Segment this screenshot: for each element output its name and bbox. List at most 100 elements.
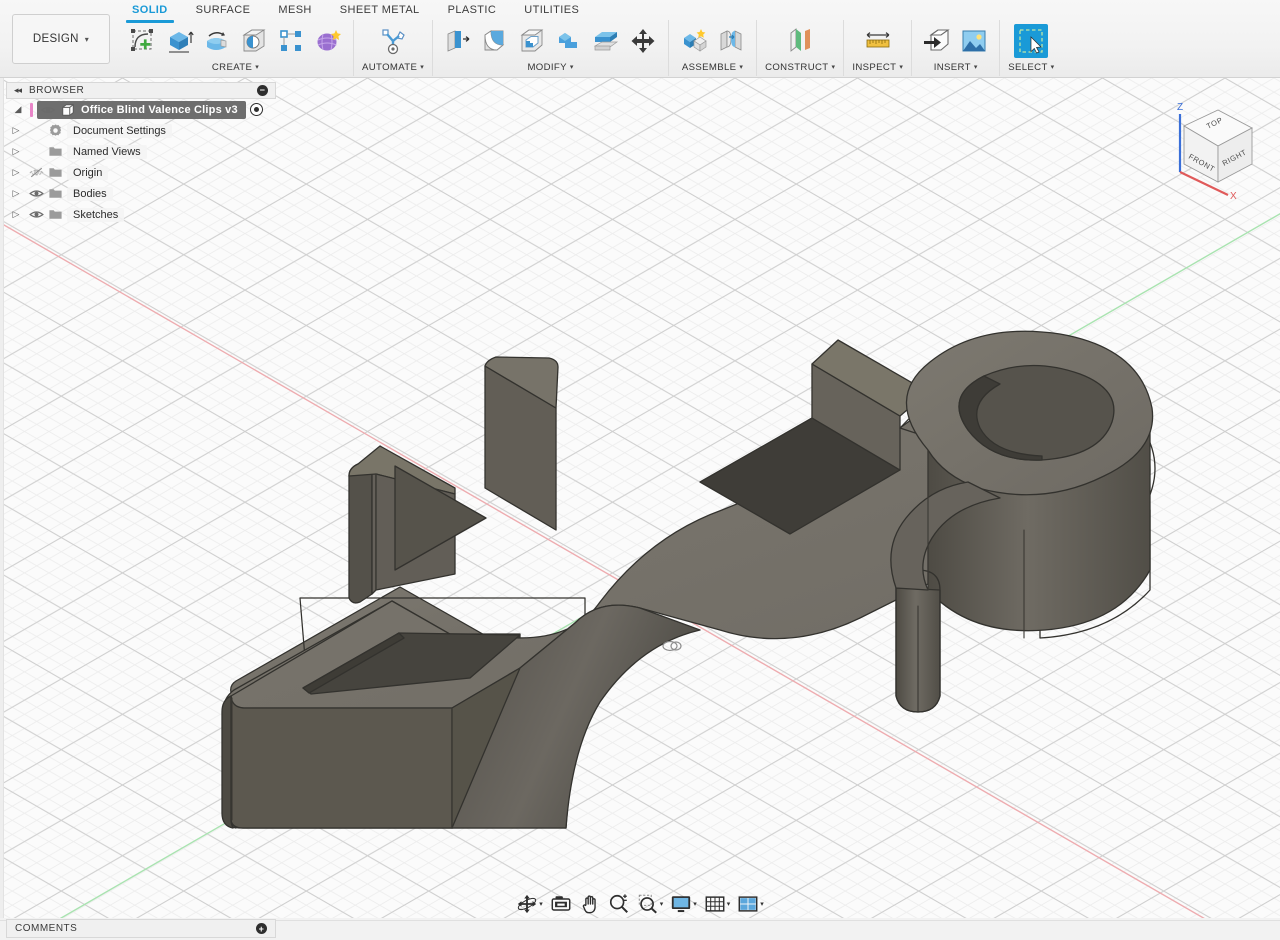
- chevron-down-icon[interactable]: ▾: [693, 900, 697, 908]
- chevron-down-icon[interactable]: ▾: [727, 900, 731, 908]
- assemble-group-label[interactable]: ASSEMBLE ▾: [682, 60, 743, 74]
- eye-visible-icon[interactable]: [41, 103, 55, 117]
- expand-twisty-icon[interactable]: ▷: [8, 188, 24, 199]
- modify-group-label[interactable]: MODIFY ▾: [527, 60, 573, 74]
- shell-icon[interactable]: [515, 24, 549, 58]
- ribbon-group-construct: CONSTRUCT ▾: [756, 20, 843, 76]
- browser-node-bodies[interactable]: ▷ Bodies: [6, 183, 276, 204]
- viewports-icon[interactable]: [737, 893, 759, 915]
- new-component-icon[interactable]: [677, 24, 711, 58]
- expand-twisty-icon[interactable]: ▷: [8, 125, 24, 136]
- orbit-tool[interactable]: ▾: [513, 891, 546, 917]
- insert-derive-icon[interactable]: [920, 24, 954, 58]
- eye-visible-icon[interactable]: [28, 207, 44, 222]
- chevron-down-icon: ▾: [255, 63, 259, 71]
- select-group-label[interactable]: SELECT ▾: [1008, 60, 1054, 74]
- create-form-icon[interactable]: [311, 24, 345, 58]
- browser-node-origin[interactable]: ▷ Origin: [6, 162, 276, 183]
- left-gutter: [0, 78, 4, 918]
- move-copy-icon[interactable]: [626, 24, 660, 58]
- fit-tool[interactable]: ▾: [634, 891, 667, 917]
- ribbon-group-automate: AUTOMATE ▾: [353, 20, 432, 76]
- ribbon-group-insert: INSERT ▾: [911, 20, 999, 76]
- browser-node-sketches[interactable]: ▷ Sketches: [6, 204, 276, 225]
- pan-hand-icon[interactable]: [579, 893, 601, 915]
- ribbon-group-modify: MODIFY ▾: [432, 20, 668, 76]
- measure-icon[interactable]: [861, 24, 895, 58]
- folder-icon: [48, 165, 63, 180]
- gear-icon: [48, 123, 63, 138]
- chevron-down-icon[interactable]: ▾: [760, 900, 764, 908]
- workspace-switcher[interactable]: DESIGN ▾: [12, 14, 110, 64]
- combine-icon[interactable]: [552, 24, 586, 58]
- root-node-pill[interactable]: Office Blind Valence Clips v3: [37, 101, 246, 119]
- expand-twisty-icon[interactable]: ▷: [8, 209, 24, 220]
- expand-twisty-icon[interactable]: ▷: [8, 146, 24, 157]
- insert-group-label[interactable]: INSERT ▾: [934, 60, 978, 74]
- tab-utilities[interactable]: UTILITIES: [510, 1, 593, 21]
- browser-title: BROWSER: [29, 85, 84, 96]
- ribbon-group-inspect: INSPECT ▾: [843, 20, 911, 76]
- offset-plane-icon[interactable]: [783, 24, 817, 58]
- joint-icon[interactable]: [714, 24, 748, 58]
- fusion-360-window: Z X TOP FRONT RIGHT DESIGN ▾ SOLID SURFA…: [0, 0, 1280, 940]
- activate-component-radio[interactable]: [250, 103, 263, 116]
- expand-twisty-icon[interactable]: ◢: [10, 104, 26, 115]
- revolve-icon[interactable]: [200, 24, 234, 58]
- tab-sheet-metal[interactable]: SHEET METAL: [326, 1, 434, 21]
- grid-snaps[interactable]: ▾: [701, 891, 734, 917]
- construct-group-label[interactable]: CONSTRUCT ▾: [765, 60, 835, 74]
- viewport-layout[interactable]: ▾: [734, 891, 767, 917]
- inspect-group-label[interactable]: INSPECT ▾: [852, 60, 903, 74]
- browser-root-node[interactable]: ◢ Office Blind Valence Clips v3: [6, 99, 276, 120]
- browser-header[interactable]: ◂◂ BROWSER −: [6, 82, 276, 99]
- tab-surface[interactable]: SURFACE: [182, 1, 265, 21]
- browser-node-label: Sketches: [67, 208, 124, 222]
- tab-solid[interactable]: SOLID: [118, 1, 182, 21]
- orbit-icon[interactable]: [516, 893, 538, 915]
- zoom-fit-icon[interactable]: [637, 893, 659, 915]
- zoom-icon[interactable]: [608, 893, 630, 915]
- minimize-icon[interactable]: −: [257, 85, 268, 96]
- hole-icon[interactable]: [237, 24, 271, 58]
- extrude-icon[interactable]: [163, 24, 197, 58]
- pan-tool[interactable]: [576, 891, 604, 917]
- look-at-icon[interactable]: [550, 893, 572, 915]
- view-cube[interactable]: Z X TOP FRONT RIGHT: [1156, 96, 1262, 202]
- create-group-label[interactable]: CREATE ▾: [212, 60, 259, 74]
- zoom-tool[interactable]: [605, 891, 633, 917]
- display-monitor-icon[interactable]: [670, 893, 692, 915]
- automate-icon[interactable]: [376, 24, 410, 58]
- eye-hidden-icon[interactable]: [28, 165, 44, 180]
- tab-plastic[interactable]: PLASTIC: [434, 1, 511, 21]
- viewcube-x-label: X: [1230, 191, 1237, 202]
- eye-visible-icon[interactable]: [28, 186, 44, 201]
- comments-panel[interactable]: COMMENTS +: [6, 919, 276, 938]
- press-pull-icon[interactable]: [441, 24, 475, 58]
- ribbon-group-create: CREATE ▾: [118, 20, 353, 76]
- tab-mesh[interactable]: MESH: [264, 1, 325, 21]
- look-at-tool[interactable]: [547, 891, 575, 917]
- add-comment-icon[interactable]: +: [256, 923, 267, 934]
- folder-icon: [48, 186, 63, 201]
- insert-mcmaster-icon[interactable]: [957, 24, 991, 58]
- chevron-down-icon: ▾: [739, 63, 743, 71]
- automate-group-label[interactable]: AUTOMATE ▾: [362, 60, 424, 74]
- ribbon-tabs: SOLID SURFACE MESH SHEET METAL PLASTIC U…: [118, 0, 593, 22]
- expand-twisty-icon[interactable]: ▷: [8, 167, 24, 178]
- fillet-icon[interactable]: [478, 24, 512, 58]
- chevron-down-icon[interactable]: ▾: [539, 900, 543, 908]
- grid-icon[interactable]: [704, 893, 726, 915]
- browser-node-document-settings[interactable]: ▷ Document Settings: [6, 120, 276, 141]
- browser-node-label: Origin: [67, 166, 108, 180]
- collapse-panel-icon[interactable]: ◂◂: [14, 85, 21, 96]
- tab-mesh-label: MESH: [278, 4, 311, 16]
- offset-face-icon[interactable]: [589, 24, 623, 58]
- display-settings[interactable]: ▾: [667, 891, 700, 917]
- rectangular-pattern-icon[interactable]: [274, 24, 308, 58]
- tab-utilities-label: UTILITIES: [524, 4, 579, 16]
- create-sketch-icon[interactable]: [126, 24, 160, 58]
- select-window-icon[interactable]: [1014, 24, 1048, 58]
- browser-node-named-views[interactable]: ▷ Named Views: [6, 141, 276, 162]
- chevron-down-icon[interactable]: ▾: [660, 900, 664, 908]
